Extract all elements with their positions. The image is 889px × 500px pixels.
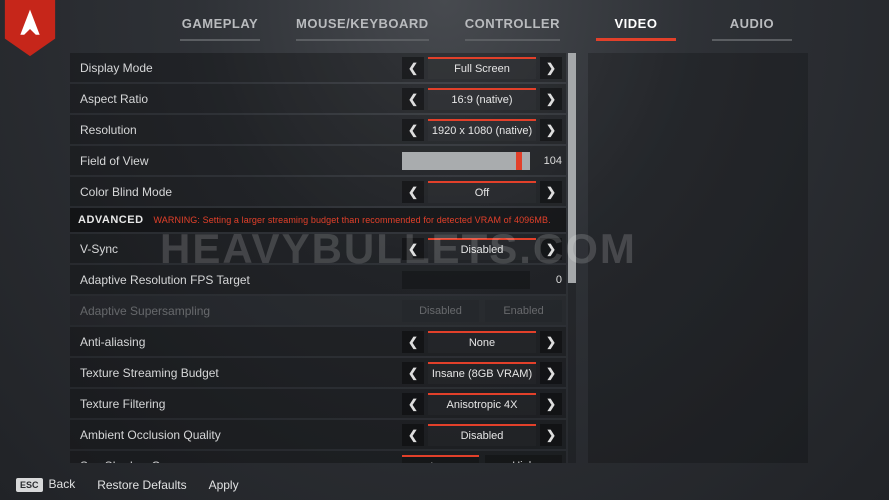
- value[interactable]: 16:9 (native): [428, 88, 536, 110]
- value[interactable]: Off: [428, 181, 536, 203]
- label: Display Mode: [80, 61, 402, 75]
- chevron-right-icon[interactable]: ❯: [540, 393, 562, 415]
- chevron-right-icon[interactable]: ❯: [540, 238, 562, 260]
- opt-disabled: Disabled: [402, 300, 479, 322]
- apply-button[interactable]: Apply: [209, 478, 239, 492]
- selector-resolution: ❮ 1920 x 1080 (native) ❯: [402, 119, 562, 141]
- selector-color-blind: ❮ Off ❯: [402, 181, 562, 203]
- row-adaptive-ss: Adaptive Supersampling Disabled Enabled: [70, 296, 566, 325]
- row-sun-shadow: Sun Shadow Coverage Low High: [70, 451, 566, 463]
- bottom-bar: ESC Back Restore Defaults Apply: [16, 477, 239, 492]
- chevron-left-icon[interactable]: ❮: [402, 331, 424, 353]
- fov-value: 104: [536, 155, 562, 167]
- selector-aspect-ratio: ❮ 16:9 (native) ❯: [402, 88, 562, 110]
- label: Field of View: [80, 154, 402, 168]
- label: Sun Shadow Coverage: [80, 459, 402, 464]
- chevron-left-icon[interactable]: ❮: [402, 393, 424, 415]
- selector-display-mode: ❮ Full Screen ❯: [402, 57, 562, 79]
- advanced-label: ADVANCED: [74, 214, 148, 226]
- opt-low[interactable]: Low: [402, 455, 479, 464]
- tab-gameplay[interactable]: GAMEPLAY: [180, 16, 260, 41]
- adaptive-fps-slider[interactable]: [402, 271, 530, 289]
- description-panel: [588, 53, 808, 463]
- slider-adaptive-fps-area: 0: [402, 271, 562, 289]
- chevron-right-icon[interactable]: ❯: [540, 88, 562, 110]
- label: Ambient Occlusion Quality: [80, 428, 402, 442]
- label: Texture Streaming Budget: [80, 366, 402, 380]
- label: Resolution: [80, 123, 402, 137]
- slider-fov-area: 104: [402, 152, 562, 170]
- adaptive-fps-value: 0: [536, 274, 562, 286]
- row-aspect-ratio: Aspect Ratio ❮ 16:9 (native) ❯: [70, 84, 566, 113]
- row-tex-stream: Texture Streaming Budget ❮ Insane (8GB V…: [70, 358, 566, 387]
- selector-vsync: ❮ Disabled ❯: [402, 238, 562, 260]
- row-color-blind: Color Blind Mode ❮ Off ❯: [70, 177, 566, 206]
- row-ao: Ambient Occlusion Quality ❮ Disabled ❯: [70, 420, 566, 449]
- label: Color Blind Mode: [80, 185, 402, 199]
- chevron-right-icon[interactable]: ❯: [540, 119, 562, 141]
- value[interactable]: Insane (8GB VRAM): [428, 362, 536, 384]
- tab-controller[interactable]: CONTROLLER: [465, 16, 560, 41]
- tab-audio[interactable]: AUDIO: [712, 16, 792, 41]
- label: Texture Filtering: [80, 397, 402, 411]
- label: Aspect Ratio: [80, 92, 402, 106]
- chevron-right-icon[interactable]: ❯: [540, 57, 562, 79]
- toggle-adaptive-ss: Disabled Enabled: [402, 300, 562, 322]
- opt-high[interactable]: High: [485, 455, 562, 464]
- chevron-right-icon[interactable]: ❯: [540, 424, 562, 446]
- settings-tabs: GAMEPLAY MOUSE/KEYBOARD CONTROLLER VIDEO…: [180, 16, 792, 41]
- value[interactable]: Disabled: [428, 238, 536, 260]
- value[interactable]: Anisotropic 4X: [428, 393, 536, 415]
- advanced-header: ADVANCED WARNING: Setting a larger strea…: [70, 208, 566, 232]
- selector-tex-filter: ❮ Anisotropic 4X ❯: [402, 393, 562, 415]
- chevron-right-icon[interactable]: ❯: [540, 331, 562, 353]
- label: Anti-aliasing: [80, 335, 402, 349]
- settings-list: Display Mode ❮ Full Screen ❯ Aspect Rati…: [70, 53, 568, 463]
- tab-video[interactable]: VIDEO: [596, 16, 676, 41]
- label: Adaptive Supersampling: [80, 304, 402, 318]
- chevron-left-icon[interactable]: ❮: [402, 88, 424, 110]
- value[interactable]: Full Screen: [428, 57, 536, 79]
- scrollbar[interactable]: [568, 53, 576, 463]
- game-logo: [4, 0, 56, 58]
- value[interactable]: Disabled: [428, 424, 536, 446]
- row-resolution: Resolution ❮ 1920 x 1080 (native) ❯: [70, 115, 566, 144]
- chevron-left-icon[interactable]: ❮: [402, 119, 424, 141]
- chevron-left-icon[interactable]: ❮: [402, 181, 424, 203]
- value[interactable]: None: [428, 331, 536, 353]
- chevron-left-icon[interactable]: ❮: [402, 424, 424, 446]
- row-fov: Field of View 104: [70, 146, 566, 175]
- back-label: Back: [49, 477, 76, 491]
- value[interactable]: 1920 x 1080 (native): [428, 119, 536, 141]
- scrollbar-thumb[interactable]: [568, 53, 576, 283]
- row-display-mode: Display Mode ❮ Full Screen ❯: [70, 53, 566, 82]
- selector-tex-stream: ❮ Insane (8GB VRAM) ❯: [402, 362, 562, 384]
- selector-ao: ❮ Disabled ❯: [402, 424, 562, 446]
- restore-defaults-button[interactable]: Restore Defaults: [97, 478, 186, 492]
- back-button[interactable]: ESC Back: [16, 477, 75, 492]
- label: Adaptive Resolution FPS Target: [80, 273, 402, 287]
- row-tex-filter: Texture Filtering ❮ Anisotropic 4X ❯: [70, 389, 566, 418]
- tab-mousekb[interactable]: MOUSE/KEYBOARD: [296, 16, 429, 41]
- toggle-sun-shadow: Low High: [402, 455, 562, 464]
- settings-panel: Display Mode ❮ Full Screen ❯ Aspect Rati…: [70, 53, 810, 463]
- row-adaptive-fps: Adaptive Resolution FPS Target 0: [70, 265, 566, 294]
- esc-key-icon: ESC: [16, 478, 43, 492]
- chevron-right-icon[interactable]: ❯: [540, 181, 562, 203]
- label: V-Sync: [80, 242, 402, 256]
- chevron-left-icon[interactable]: ❮: [402, 57, 424, 79]
- chevron-right-icon[interactable]: ❯: [540, 362, 562, 384]
- selector-anti-aliasing: ❮ None ❯: [402, 331, 562, 353]
- opt-enabled: Enabled: [485, 300, 562, 322]
- chevron-left-icon[interactable]: ❮: [402, 362, 424, 384]
- row-vsync: V-Sync ❮ Disabled ❯: [70, 234, 566, 263]
- chevron-left-icon[interactable]: ❮: [402, 238, 424, 260]
- fov-slider[interactable]: [402, 152, 530, 170]
- vram-warning: WARNING: Setting a larger streaming budg…: [154, 215, 551, 225]
- row-anti-aliasing: Anti-aliasing ❮ None ❯: [70, 327, 566, 356]
